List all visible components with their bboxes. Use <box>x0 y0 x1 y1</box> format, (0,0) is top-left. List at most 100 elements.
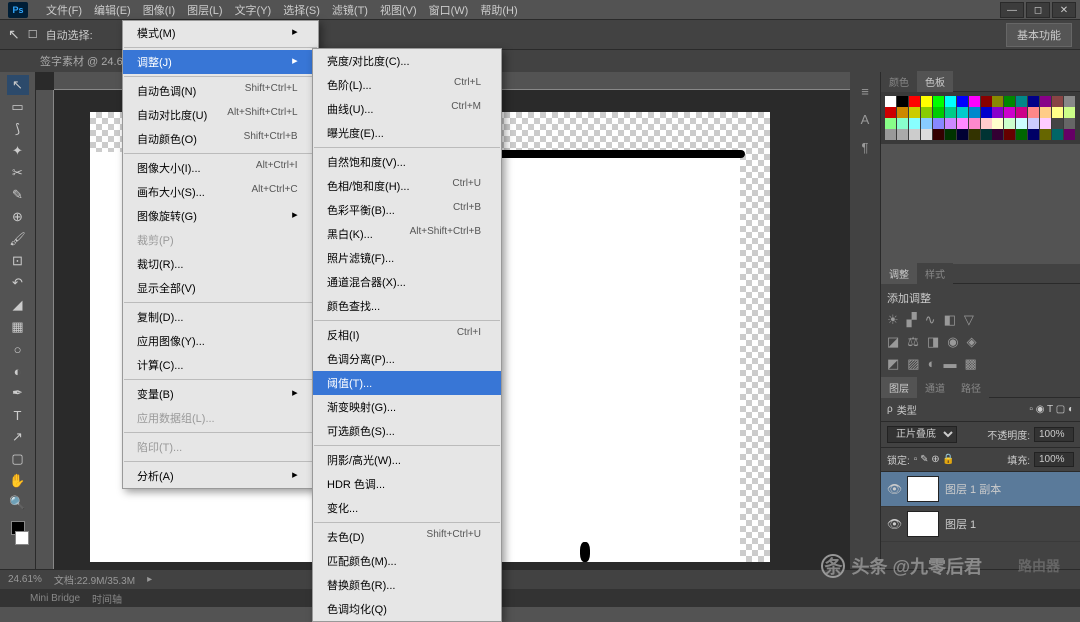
color-swatch[interactable] <box>897 96 908 107</box>
menu-item[interactable]: 变量(B) <box>123 382 318 406</box>
menu-item[interactable]: 自动颜色(O)Shift+Ctrl+B <box>123 127 318 151</box>
brightness-adj-icon[interactable]: ☀ <box>887 312 899 328</box>
marquee-tool-icon[interactable]: ▭ <box>7 97 29 117</box>
color-swatch[interactable] <box>1052 107 1063 118</box>
exposure-adj-icon[interactable]: ◧ <box>944 312 956 328</box>
color-swatch[interactable] <box>969 129 980 140</box>
crop-tool-icon[interactable]: ✂ <box>7 163 29 183</box>
adjustments-panel-tab[interactable]: 调整 <box>881 263 917 284</box>
menu-item[interactable]: 曲线(U)...Ctrl+M <box>313 97 501 121</box>
visibility-icon[interactable]: 👁 <box>887 517 901 531</box>
color-swatch[interactable] <box>981 107 992 118</box>
opacity-input[interactable] <box>1034 427 1074 442</box>
menu-item[interactable]: 黑白(K)...Alt+Shift+Ctrl+B <box>313 222 501 246</box>
layers-panel-tab[interactable]: 图层 <box>881 377 917 398</box>
shape-tool-icon[interactable]: ▢ <box>7 449 29 469</box>
color-swatch[interactable] <box>957 107 968 118</box>
color-swatch[interactable] <box>1052 129 1063 140</box>
vibrance-adj-icon[interactable]: ▽ <box>964 312 974 328</box>
workspace-switcher[interactable]: 基本功能 <box>1006 23 1072 47</box>
dodge-tool-icon[interactable]: ◐ <box>7 361 29 381</box>
menu-window[interactable]: 窗口(W) <box>423 0 475 21</box>
layer-name[interactable]: 图层 1 <box>945 516 976 532</box>
menu-item[interactable]: 图像大小(I)...Alt+Ctrl+I <box>123 156 318 180</box>
color-swatch[interactable] <box>981 129 992 140</box>
color-swatch[interactable] <box>885 118 896 129</box>
color-swatch[interactable] <box>1016 118 1027 129</box>
menu-item[interactable]: 匹配颜色(M)... <box>313 549 501 573</box>
color-swatch[interactable] <box>969 107 980 118</box>
color-swatch[interactable] <box>945 96 956 107</box>
color-swatch[interactable] <box>897 118 908 129</box>
lasso-tool-icon[interactable]: ⟆ <box>7 119 29 139</box>
selective-adj-icon[interactable]: ▩ <box>964 356 976 372</box>
color-swatch[interactable] <box>945 129 956 140</box>
menu-item[interactable]: 显示全部(V) <box>123 276 318 300</box>
fill-input[interactable] <box>1034 452 1074 467</box>
menu-item[interactable]: 变化... <box>313 496 501 520</box>
char-panel-icon[interactable]: A <box>854 108 876 130</box>
color-swatch[interactable] <box>1040 96 1051 107</box>
swatches-panel-tab[interactable]: 色板 <box>917 71 953 92</box>
layer-name[interactable]: 图层 1 副本 <box>945 481 1001 497</box>
menu-item[interactable]: 色阶(L)...Ctrl+L <box>313 73 501 97</box>
move-tool-icon[interactable]: ↖ <box>8 26 20 43</box>
menu-item[interactable]: 阴影/高光(W)... <box>313 448 501 472</box>
color-swatch[interactable] <box>1004 96 1015 107</box>
color-swatch[interactable] <box>897 107 908 118</box>
invert-adj-icon[interactable]: ◩ <box>887 356 899 372</box>
color-swatch[interactable] <box>1040 129 1051 140</box>
color-swatch[interactable] <box>933 96 944 107</box>
color-swatch[interactable] <box>1064 118 1075 129</box>
color-swatch[interactable] <box>921 107 932 118</box>
menu-item[interactable]: 亮度/对比度(C)... <box>313 49 501 73</box>
color-swatch[interactable] <box>992 107 1003 118</box>
menu-edit[interactable]: 编辑(E) <box>88 0 137 21</box>
color-swatch[interactable] <box>981 96 992 107</box>
zoom-level[interactable]: 24.61% <box>8 574 42 585</box>
balance-adj-icon[interactable]: ⚖ <box>907 334 919 350</box>
color-swatch[interactable] <box>1040 107 1051 118</box>
color-swatch[interactable] <box>921 118 932 129</box>
color-swatch[interactable] <box>909 129 920 140</box>
color-swatch[interactable] <box>1028 129 1039 140</box>
menu-help[interactable]: 帮助(H) <box>474 0 523 21</box>
layer-thumbnail[interactable] <box>907 476 939 502</box>
color-swatch[interactable] <box>933 129 944 140</box>
color-swatch[interactable] <box>969 118 980 129</box>
color-swatch[interactable] <box>885 129 896 140</box>
blend-mode-select[interactable]: 正片叠底 <box>887 426 957 443</box>
menu-item[interactable]: 替换颜色(R)... <box>313 573 501 597</box>
ruler-vertical[interactable] <box>36 90 54 572</box>
color-swatch[interactable] <box>981 118 992 129</box>
move-tool-icon[interactable]: ↖ <box>7 75 29 95</box>
text-tool-icon[interactable]: T <box>7 405 29 425</box>
color-swatch[interactable] <box>1052 96 1063 107</box>
color-swatch[interactable] <box>1052 118 1063 129</box>
color-swatch[interactable] <box>1064 129 1075 140</box>
color-swatch[interactable] <box>909 107 920 118</box>
menu-item[interactable]: 去色(D)Shift+Ctrl+U <box>313 525 501 549</box>
color-swatch[interactable] <box>969 96 980 107</box>
color-swatch[interactable] <box>957 96 968 107</box>
menu-item[interactable]: 模式(M) <box>123 21 318 45</box>
pen-tool-icon[interactable]: ✒ <box>7 383 29 403</box>
menu-item[interactable]: 自动对比度(U)Alt+Shift+Ctrl+L <box>123 103 318 127</box>
color-swatch[interactable] <box>1004 129 1015 140</box>
visibility-icon[interactable]: 👁 <box>887 482 901 496</box>
menu-item[interactable]: 画布大小(S)...Alt+Ctrl+C <box>123 180 318 204</box>
menu-item[interactable]: 照片滤镜(F)... <box>313 246 501 270</box>
color-swatch[interactable] <box>1028 107 1039 118</box>
color-swatch[interactable] <box>897 129 908 140</box>
color-swatch[interactable] <box>945 107 956 118</box>
menu-item[interactable]: 通道混合器(X)... <box>313 270 501 294</box>
color-swatch[interactable] <box>945 118 956 129</box>
color-swatch[interactable] <box>992 118 1003 129</box>
color-swatch[interactable] <box>885 96 896 107</box>
menu-item[interactable]: 渐变映射(G)... <box>313 395 501 419</box>
color-swatch[interactable] <box>909 96 920 107</box>
curves-adj-icon[interactable]: ∿ <box>925 312 936 328</box>
menu-layer[interactable]: 图层(L) <box>181 0 228 21</box>
color-swatch[interactable] <box>921 96 932 107</box>
menu-view[interactable]: 视图(V) <box>374 0 423 21</box>
